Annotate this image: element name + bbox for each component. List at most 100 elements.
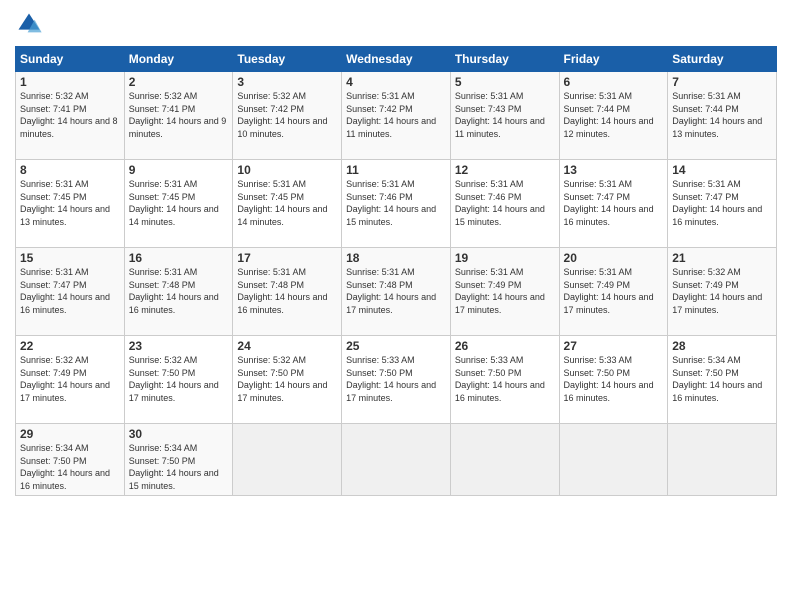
day-number: 18 [346, 251, 446, 265]
day-number: 13 [564, 163, 664, 177]
calendar-cell: 6 Sunrise: 5:31 AM Sunset: 7:44 PM Dayli… [559, 72, 668, 160]
calendar-cell: 10 Sunrise: 5:31 AM Sunset: 7:45 PM Dayl… [233, 160, 342, 248]
day-number: 4 [346, 75, 446, 89]
day-info: Sunrise: 5:34 AM Sunset: 7:50 PM Dayligh… [672, 354, 772, 404]
calendar-cell [668, 424, 777, 496]
page: SundayMondayTuesdayWednesdayThursdayFrid… [0, 0, 792, 612]
calendar-header-row: SundayMondayTuesdayWednesdayThursdayFrid… [16, 47, 777, 72]
calendar-cell: 14 Sunrise: 5:31 AM Sunset: 7:47 PM Dayl… [668, 160, 777, 248]
day-number: 24 [237, 339, 337, 353]
calendar-cell: 21 Sunrise: 5:32 AM Sunset: 7:49 PM Dayl… [668, 248, 777, 336]
day-info: Sunrise: 5:34 AM Sunset: 7:50 PM Dayligh… [129, 442, 229, 492]
day-number: 1 [20, 75, 120, 89]
day-info: Sunrise: 5:31 AM Sunset: 7:44 PM Dayligh… [564, 90, 664, 140]
calendar-cell: 30 Sunrise: 5:34 AM Sunset: 7:50 PM Dayl… [124, 424, 233, 496]
day-number: 27 [564, 339, 664, 353]
calendar-cell [450, 424, 559, 496]
day-number: 8 [20, 163, 120, 177]
logo-icon [15, 10, 43, 38]
header [15, 10, 777, 38]
day-info: Sunrise: 5:31 AM Sunset: 7:47 PM Dayligh… [672, 178, 772, 228]
calendar-cell: 28 Sunrise: 5:34 AM Sunset: 7:50 PM Dayl… [668, 336, 777, 424]
calendar-week-4: 22 Sunrise: 5:32 AM Sunset: 7:49 PM Dayl… [16, 336, 777, 424]
day-number: 29 [20, 427, 120, 441]
day-number: 26 [455, 339, 555, 353]
day-info: Sunrise: 5:32 AM Sunset: 7:41 PM Dayligh… [20, 90, 120, 140]
day-info: Sunrise: 5:31 AM Sunset: 7:46 PM Dayligh… [455, 178, 555, 228]
day-info: Sunrise: 5:31 AM Sunset: 7:47 PM Dayligh… [564, 178, 664, 228]
calendar-cell: 24 Sunrise: 5:32 AM Sunset: 7:50 PM Dayl… [233, 336, 342, 424]
day-info: Sunrise: 5:33 AM Sunset: 7:50 PM Dayligh… [455, 354, 555, 404]
day-info: Sunrise: 5:32 AM Sunset: 7:49 PM Dayligh… [672, 266, 772, 316]
day-info: Sunrise: 5:31 AM Sunset: 7:43 PM Dayligh… [455, 90, 555, 140]
calendar-cell: 15 Sunrise: 5:31 AM Sunset: 7:47 PM Dayl… [16, 248, 125, 336]
weekday-header-friday: Friday [559, 47, 668, 72]
day-info: Sunrise: 5:31 AM Sunset: 7:45 PM Dayligh… [237, 178, 337, 228]
day-info: Sunrise: 5:31 AM Sunset: 7:42 PM Dayligh… [346, 90, 446, 140]
day-info: Sunrise: 5:31 AM Sunset: 7:44 PM Dayligh… [672, 90, 772, 140]
calendar-cell: 16 Sunrise: 5:31 AM Sunset: 7:48 PM Dayl… [124, 248, 233, 336]
day-info: Sunrise: 5:31 AM Sunset: 7:45 PM Dayligh… [20, 178, 120, 228]
day-info: Sunrise: 5:31 AM Sunset: 7:45 PM Dayligh… [129, 178, 229, 228]
day-info: Sunrise: 5:31 AM Sunset: 7:49 PM Dayligh… [564, 266, 664, 316]
day-number: 14 [672, 163, 772, 177]
weekday-header-thursday: Thursday [450, 47, 559, 72]
calendar-cell [559, 424, 668, 496]
weekday-header-tuesday: Tuesday [233, 47, 342, 72]
day-number: 2 [129, 75, 229, 89]
day-number: 12 [455, 163, 555, 177]
day-info: Sunrise: 5:31 AM Sunset: 7:48 PM Dayligh… [237, 266, 337, 316]
day-number: 30 [129, 427, 229, 441]
calendar: SundayMondayTuesdayWednesdayThursdayFrid… [15, 46, 777, 496]
day-info: Sunrise: 5:31 AM Sunset: 7:49 PM Dayligh… [455, 266, 555, 316]
calendar-cell: 29 Sunrise: 5:34 AM Sunset: 7:50 PM Dayl… [16, 424, 125, 496]
day-number: 16 [129, 251, 229, 265]
calendar-cell: 11 Sunrise: 5:31 AM Sunset: 7:46 PM Dayl… [342, 160, 451, 248]
day-info: Sunrise: 5:33 AM Sunset: 7:50 PM Dayligh… [346, 354, 446, 404]
calendar-cell: 20 Sunrise: 5:31 AM Sunset: 7:49 PM Dayl… [559, 248, 668, 336]
weekday-header-monday: Monday [124, 47, 233, 72]
calendar-cell: 26 Sunrise: 5:33 AM Sunset: 7:50 PM Dayl… [450, 336, 559, 424]
calendar-week-1: 1 Sunrise: 5:32 AM Sunset: 7:41 PM Dayli… [16, 72, 777, 160]
day-number: 6 [564, 75, 664, 89]
calendar-cell: 23 Sunrise: 5:32 AM Sunset: 7:50 PM Dayl… [124, 336, 233, 424]
day-number: 19 [455, 251, 555, 265]
day-info: Sunrise: 5:32 AM Sunset: 7:50 PM Dayligh… [129, 354, 229, 404]
calendar-week-2: 8 Sunrise: 5:31 AM Sunset: 7:45 PM Dayli… [16, 160, 777, 248]
day-number: 28 [672, 339, 772, 353]
day-info: Sunrise: 5:32 AM Sunset: 7:50 PM Dayligh… [237, 354, 337, 404]
weekday-header-saturday: Saturday [668, 47, 777, 72]
weekday-header-wednesday: Wednesday [342, 47, 451, 72]
calendar-cell: 22 Sunrise: 5:32 AM Sunset: 7:49 PM Dayl… [16, 336, 125, 424]
day-number: 10 [237, 163, 337, 177]
day-info: Sunrise: 5:31 AM Sunset: 7:47 PM Dayligh… [20, 266, 120, 316]
day-info: Sunrise: 5:34 AM Sunset: 7:50 PM Dayligh… [20, 442, 120, 492]
calendar-cell: 13 Sunrise: 5:31 AM Sunset: 7:47 PM Dayl… [559, 160, 668, 248]
day-info: Sunrise: 5:31 AM Sunset: 7:48 PM Dayligh… [346, 266, 446, 316]
day-number: 17 [237, 251, 337, 265]
day-number: 3 [237, 75, 337, 89]
calendar-cell: 8 Sunrise: 5:31 AM Sunset: 7:45 PM Dayli… [16, 160, 125, 248]
day-info: Sunrise: 5:33 AM Sunset: 7:50 PM Dayligh… [564, 354, 664, 404]
calendar-cell: 27 Sunrise: 5:33 AM Sunset: 7:50 PM Dayl… [559, 336, 668, 424]
day-info: Sunrise: 5:31 AM Sunset: 7:46 PM Dayligh… [346, 178, 446, 228]
calendar-cell: 12 Sunrise: 5:31 AM Sunset: 7:46 PM Dayl… [450, 160, 559, 248]
day-info: Sunrise: 5:32 AM Sunset: 7:41 PM Dayligh… [129, 90, 229, 140]
calendar-cell: 4 Sunrise: 5:31 AM Sunset: 7:42 PM Dayli… [342, 72, 451, 160]
calendar-cell [233, 424, 342, 496]
day-number: 9 [129, 163, 229, 177]
calendar-cell: 2 Sunrise: 5:32 AM Sunset: 7:41 PM Dayli… [124, 72, 233, 160]
calendar-cell: 9 Sunrise: 5:31 AM Sunset: 7:45 PM Dayli… [124, 160, 233, 248]
calendar-cell: 7 Sunrise: 5:31 AM Sunset: 7:44 PM Dayli… [668, 72, 777, 160]
day-number: 25 [346, 339, 446, 353]
calendar-cell: 1 Sunrise: 5:32 AM Sunset: 7:41 PM Dayli… [16, 72, 125, 160]
day-number: 11 [346, 163, 446, 177]
day-number: 20 [564, 251, 664, 265]
calendar-cell: 3 Sunrise: 5:32 AM Sunset: 7:42 PM Dayli… [233, 72, 342, 160]
calendar-cell: 17 Sunrise: 5:31 AM Sunset: 7:48 PM Dayl… [233, 248, 342, 336]
day-info: Sunrise: 5:32 AM Sunset: 7:42 PM Dayligh… [237, 90, 337, 140]
day-number: 5 [455, 75, 555, 89]
day-info: Sunrise: 5:32 AM Sunset: 7:49 PM Dayligh… [20, 354, 120, 404]
day-number: 21 [672, 251, 772, 265]
day-info: Sunrise: 5:31 AM Sunset: 7:48 PM Dayligh… [129, 266, 229, 316]
